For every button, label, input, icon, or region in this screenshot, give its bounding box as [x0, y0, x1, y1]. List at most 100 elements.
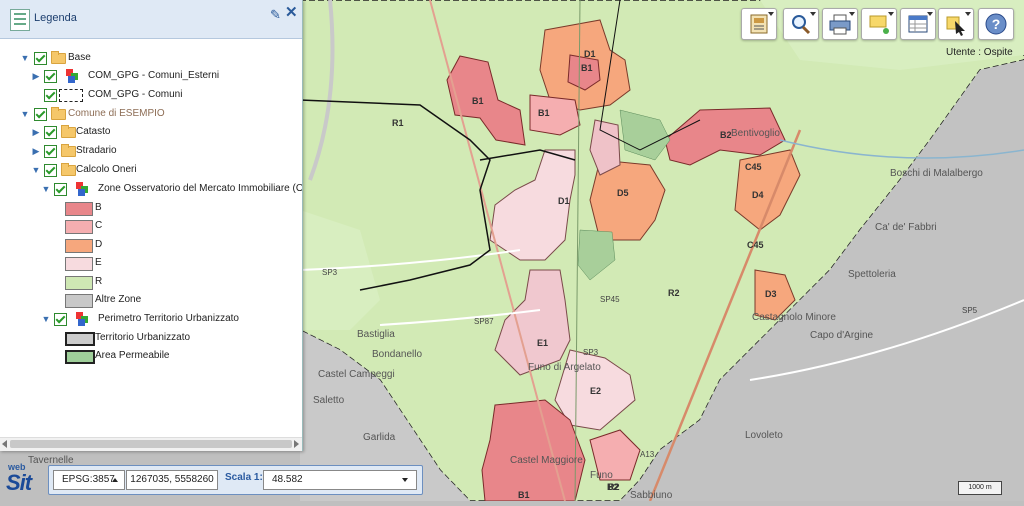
legend-class-label: E	[95, 257, 102, 268]
layers-icon	[66, 69, 80, 83]
chevron-down-icon[interactable]: ▼	[41, 180, 51, 198]
tree-item-calcolo-oneri[interactable]: ▼ Calcolo Oneri	[0, 161, 300, 179]
help-button[interactable]: ?	[978, 8, 1014, 40]
user-label: Utente : Ospite	[946, 47, 1013, 58]
legend-class-label: B	[95, 202, 102, 213]
swatch-b	[65, 202, 93, 216]
chevron-right-icon[interactable]: ▶	[31, 67, 41, 85]
swatch-area-permeabile	[65, 350, 95, 364]
swatch-c	[65, 220, 93, 234]
legend-class-area-permeabile: Area Permeabile	[0, 347, 300, 365]
checkbox-checked[interactable]	[54, 313, 67, 326]
table-button[interactable]	[900, 8, 936, 40]
notes-button[interactable]	[861, 8, 897, 40]
caret-down-icon	[768, 12, 774, 16]
coordinates-display: 1267035, 5558260	[126, 470, 218, 490]
map-scalebar: 1000 m	[958, 481, 1002, 495]
tree-item-label: COM_GPG - Comuni	[88, 89, 183, 100]
caret-up-icon	[112, 478, 118, 482]
legend-class-altre-zone: Altre Zone	[0, 291, 300, 309]
coordinate-scale-bar: EPSG:3857 1267035, 5558260 Scala 1: 48.5…	[48, 465, 423, 495]
map-layers-button[interactable]	[741, 8, 777, 40]
swatch-d	[65, 239, 93, 253]
caret-down-icon	[888, 12, 894, 16]
checkbox-checked[interactable]	[34, 108, 47, 121]
folder-icon	[61, 144, 76, 157]
chevron-down-icon[interactable]: ▼	[20, 105, 30, 123]
legend-class-label: Area Permeabile	[95, 350, 170, 361]
caret-down-icon	[965, 12, 971, 16]
folder-icon	[51, 51, 66, 64]
legend-class-r: R	[0, 273, 300, 291]
folder-icon	[51, 107, 66, 120]
scale-value: 48.582	[272, 474, 303, 485]
legend-class-territorio-urbanizzato: Territorio Urbanizzato	[0, 329, 300, 347]
tree-item-label: COM_GPG - Comuni_Esterni	[88, 70, 220, 81]
zoom-button[interactable]	[783, 8, 819, 40]
scale-label: Scala 1:	[225, 472, 263, 483]
crs-select[interactable]: EPSG:3857	[53, 470, 125, 490]
swatch-r	[65, 276, 93, 290]
legend-class-label: Territorio Urbanizzato	[95, 332, 191, 343]
caret-down-icon	[849, 12, 855, 16]
checkbox-checked[interactable]	[44, 126, 57, 139]
tree-item-comuni[interactable]: COM_GPG - Comuni	[0, 86, 300, 104]
tree-item-label: Catasto	[76, 126, 111, 137]
scroll-left-arrow-icon[interactable]	[2, 440, 7, 448]
scroll-right-arrow-icon[interactable]	[294, 440, 299, 448]
svg-text:?: ?	[992, 16, 1001, 32]
legend-horizontal-scrollbar[interactable]	[0, 437, 302, 451]
tree-item-base[interactable]: ▼ Base	[0, 49, 300, 67]
chevron-right-icon[interactable]: ▶	[31, 142, 41, 160]
select-button[interactable]	[938, 8, 974, 40]
checkbox-checked[interactable]	[44, 70, 57, 83]
print-button[interactable]	[822, 8, 858, 40]
caret-down-icon	[927, 12, 933, 16]
caret-down-icon	[402, 478, 408, 482]
websit-logo: web Sit	[6, 462, 48, 498]
chevron-down-icon[interactable]: ▼	[31, 161, 41, 179]
tree-item-zone-omi[interactable]: ▼ Zone Osservatorio del Mercato Immobili…	[0, 180, 302, 198]
caret-down-icon	[810, 12, 816, 16]
legend-class-e: E	[0, 254, 300, 272]
tree-item-label: Zone Osservatorio del Mercato Immobiliar…	[98, 183, 302, 194]
logo-sit-text: Sit	[6, 470, 32, 495]
dashed-outline-swatch	[59, 89, 83, 102]
checkbox-checked[interactable]	[54, 183, 67, 196]
swatch-territorio-urbanizzato	[65, 332, 95, 346]
tree-item-catasto[interactable]: ▶ Catasto	[0, 123, 300, 141]
legend-class-label: Altre Zone	[95, 294, 142, 305]
legend-class-c: C	[0, 217, 300, 235]
chevron-right-icon[interactable]: ▶	[31, 123, 41, 141]
legend-panel: Legenda ✎ ✕ ▼ Base ▶ COM_GPG - Comuni_Es…	[0, 0, 303, 451]
legend-list-icon	[10, 9, 30, 31]
layers-icon	[76, 182, 90, 196]
swatch-altre-zone	[65, 294, 93, 308]
scale-select[interactable]: 48.582	[263, 470, 417, 490]
checkbox-checked[interactable]	[34, 52, 47, 65]
tree-item-comuni-esterni[interactable]: ▶ COM_GPG - Comuni_Esterni	[0, 67, 300, 85]
crs-value: EPSG:3857	[62, 474, 115, 485]
legend-class-b: B	[0, 199, 300, 217]
checkbox-checked[interactable]	[44, 89, 57, 102]
tree-item-comune-esempio[interactable]: ▼ Comune di ESEMPIO	[0, 105, 300, 123]
tree-item-label: Calcolo Oneri	[76, 164, 137, 175]
close-icon[interactable]: ✕	[285, 5, 299, 20]
pin-icon[interactable]: ✎	[270, 8, 284, 22]
legend-class-d: D	[0, 236, 300, 254]
legend-header: Legenda ✎ ✕	[0, 0, 302, 39]
legend-class-label: C	[95, 220, 103, 231]
tree-item-label: Stradario	[76, 145, 117, 156]
tree-item-perimetro[interactable]: ▼ Perimetro Territorio Urbanizzato	[0, 310, 300, 328]
chevron-down-icon[interactable]: ▼	[20, 49, 30, 67]
zone-c-north	[529, 94, 581, 136]
tree-item-stradario[interactable]: ▶ Stradario	[0, 142, 300, 160]
legend-title: Legenda	[34, 12, 77, 24]
scroll-thumb[interactable]	[10, 440, 292, 448]
tree-item-label: Base	[68, 52, 91, 63]
checkbox-checked[interactable]	[44, 145, 57, 158]
folder-icon	[61, 163, 76, 176]
chevron-down-icon[interactable]: ▼	[41, 310, 51, 328]
checkbox-checked[interactable]	[44, 164, 57, 177]
legend-class-label: D	[95, 239, 103, 250]
